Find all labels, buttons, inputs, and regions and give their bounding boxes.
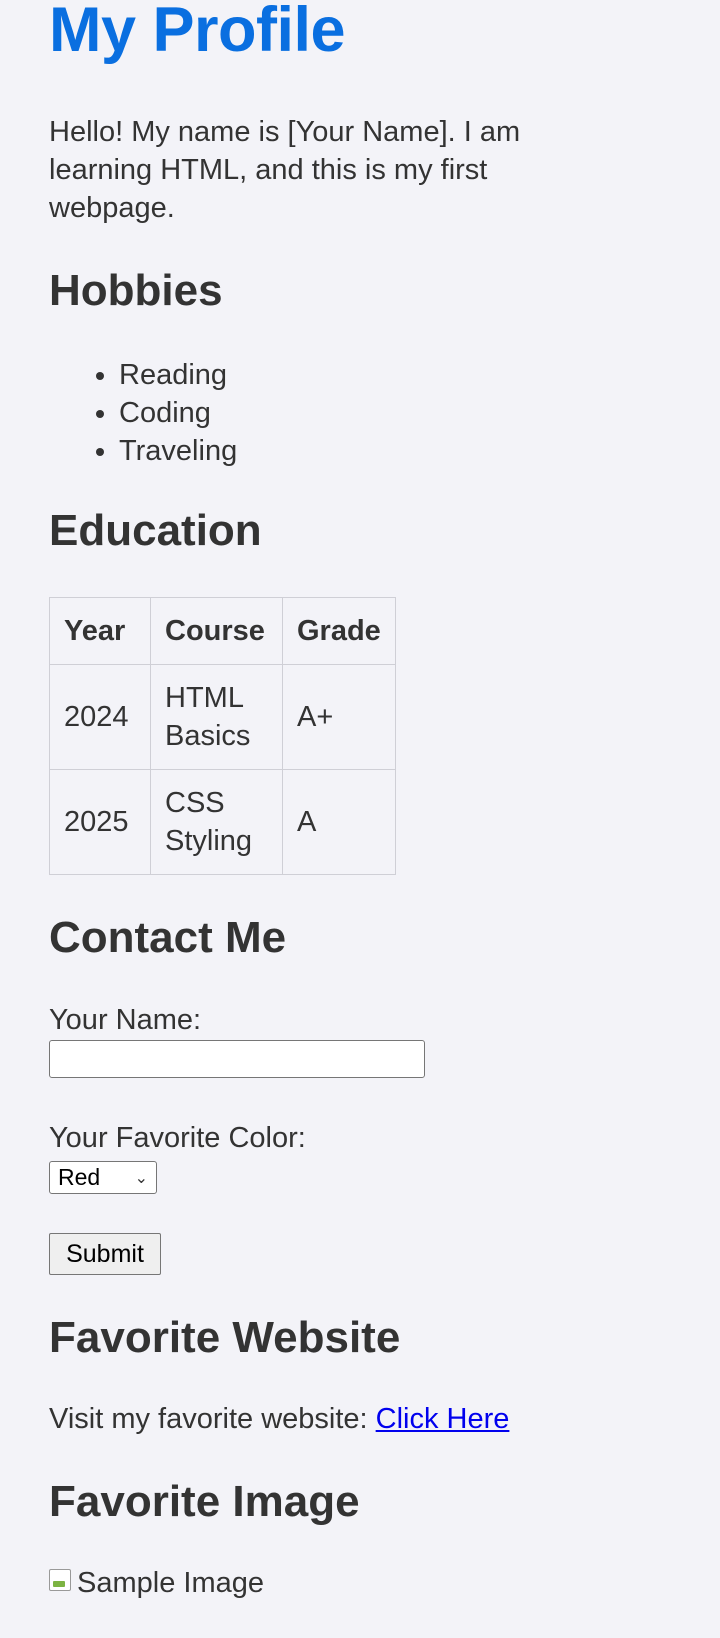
column-header-grade: Grade [282, 597, 396, 665]
hobbies-heading: Hobbies [49, 266, 223, 315]
website-paragraph: Visit my favorite website: Click Here [49, 1403, 509, 1436]
cell-grade: A+ [282, 664, 396, 770]
color-select-value: Red [58, 1164, 101, 1190]
hobbies-list: Reading Coding Traveling [49, 356, 237, 470]
cell-course: HTML Basics [150, 664, 283, 770]
name-input[interactable] [49, 1040, 425, 1078]
education-heading: Education [49, 506, 262, 555]
page-title: My Profile [49, 0, 346, 65]
cell-year: 2024 [49, 664, 151, 770]
contact-heading: Contact Me [49, 913, 287, 962]
cell-grade: A [282, 769, 396, 875]
list-item: Traveling [119, 432, 237, 470]
color-select[interactable]: Red ⌄ [49, 1161, 157, 1194]
table-header-row: Year Course Grade [49, 597, 396, 665]
submit-button[interactable]: Submit [49, 1233, 161, 1275]
cell-year: 2025 [49, 769, 151, 875]
favorite-image: Sample Image [49, 1567, 264, 1600]
image-heading: Favorite Image [49, 1477, 360, 1526]
image-alt-text: Sample Image [77, 1567, 264, 1599]
cell-course: CSS Styling [150, 769, 283, 875]
website-text: Visit my favorite website: [49, 1403, 376, 1435]
broken-image-icon [49, 1568, 71, 1591]
table-row: 2024 HTML Basics A+ [49, 664, 396, 770]
name-label: Your Name: [49, 1004, 202, 1036]
list-item: Coding [119, 394, 237, 432]
website-heading: Favorite Website [49, 1313, 401, 1362]
intro-paragraph: Hello! My name is [Your Name]. I am lear… [49, 116, 521, 224]
column-header-course: Course [150, 597, 283, 665]
color-label: Your Favorite Color: [49, 1122, 306, 1154]
list-item: Reading [119, 356, 237, 394]
favorite-website-link[interactable]: Click Here [376, 1403, 510, 1435]
chevron-down-icon: ⌄ [134, 1169, 148, 1187]
table-row: 2025 CSS Styling A [49, 769, 396, 875]
column-header-year: Year [49, 597, 151, 665]
education-table: Year Course Grade 2024 HTML Basics A+ 20… [49, 597, 396, 875]
